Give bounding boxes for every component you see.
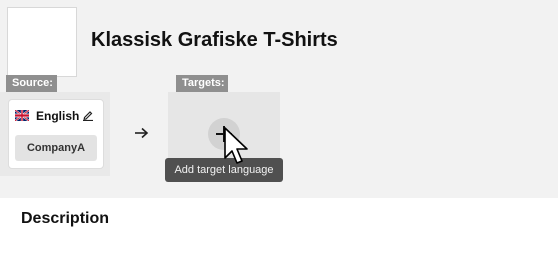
arrow-right-icon: [135, 127, 149, 139]
product-thumbnail: [7, 7, 77, 77]
source-tag: Source:: [6, 75, 57, 92]
description-section: [8, 198, 558, 263]
mouse-pointer-icon: [224, 127, 248, 164]
source-language-label: English: [36, 109, 80, 123]
pencil-icon[interactable]: [82, 109, 94, 121]
company-button[interactable]: CompanyA: [15, 135, 97, 161]
description-heading: Description: [21, 210, 110, 227]
page-title: Klassisk Grafiske T-Shirts: [91, 29, 338, 51]
targets-tag: Targets:: [176, 75, 228, 92]
uk-flag-icon: [15, 110, 29, 121]
